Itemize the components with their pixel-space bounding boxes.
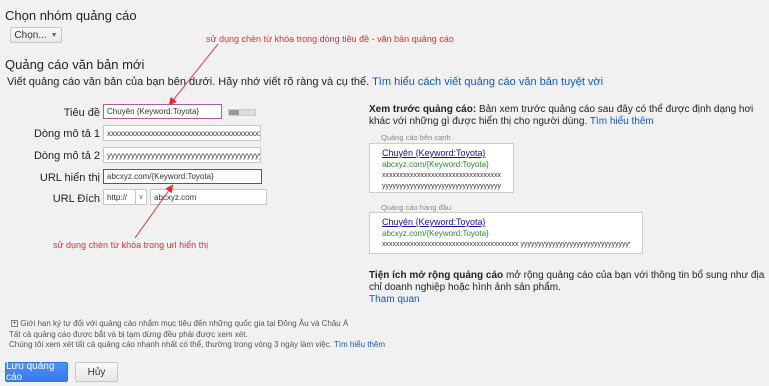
review-learn-more-link[interactable]: Tìm hiểu thêm: [334, 340, 385, 349]
side-ad-url: abcxyz.com/{Keyword:Toyota}: [382, 160, 489, 169]
top-ad-url: abcxyz.com/{Keyword:Toyota}: [382, 229, 489, 238]
review-note-1: Tất cả quảng cáo được bắt và bị tạm dừng…: [9, 330, 248, 339]
side-ad-preview: Chuyên {Keyword:Toyota} abcxyz.com/{Keyw…: [369, 143, 514, 193]
save-ad-button[interactable]: Lưu quảng cáo: [5, 361, 68, 383]
top-ad-line: xxxxxxxxxxxxxxxxxxxxxxxxxxxxxxxxxxxxxxx …: [382, 241, 630, 248]
preview-heading: Xem trước quảng cáo:: [369, 104, 477, 115]
top-ad-label: Quảng cáo hàng đầu: [381, 203, 452, 212]
preview-heading-block: Xem trước quảng cáo: Bản xem trước quảng…: [369, 104, 767, 128]
arrow-to-display-url: [134, 184, 174, 239]
extensions-block: Tiện ích mở rộng quảng cáo mở rộng quảng…: [369, 270, 767, 306]
extensions-tour-link[interactable]: Tham quan: [369, 294, 420, 305]
char-limit-text: Giới hạn ký tự đối với quảng cáo nhắm mụ…: [20, 319, 349, 328]
cancel-button[interactable]: Hủy: [75, 362, 118, 382]
review-note-2: Chúng tôi xem xét tất cả quảng cáo nhanh…: [9, 340, 385, 349]
preview-learn-more-link[interactable]: Tìm hiểu thêm: [590, 116, 654, 127]
char-limit-note[interactable]: + Giới hạn ký tự đối với quảng cáo nhắm …: [11, 319, 348, 328]
side-ad-line2: yyyyyyyyyyyyyyyyyyyyyyyyyyyyyyyyyyyy: [382, 183, 501, 190]
side-ad-title[interactable]: Chuyên {Keyword:Toyota}: [382, 148, 501, 159]
expand-icon[interactable]: +: [11, 320, 18, 328]
side-ad-label: Quảng cáo bên cạnh: [381, 133, 451, 142]
top-ad-title[interactable]: Chuyên {Keyword:Toyota}: [382, 217, 630, 228]
extensions-heading: Tiện ích mở rộng quảng cáo: [369, 270, 504, 281]
side-ad-line1: xxxxxxxxxxxxxxxxxxxxxxxxxxxxxxxxxxxxxxx: [382, 172, 501, 179]
arrow-to-headline: [168, 43, 219, 106]
annotation-arrows: [134, 43, 219, 239]
review-note-2-text: Chúng tôi xem xét tất cả quảng cáo nhanh…: [9, 340, 332, 349]
top-ad-preview: Chuyên {Keyword:Toyota} abcxyz.com/{Keyw…: [369, 212, 643, 254]
